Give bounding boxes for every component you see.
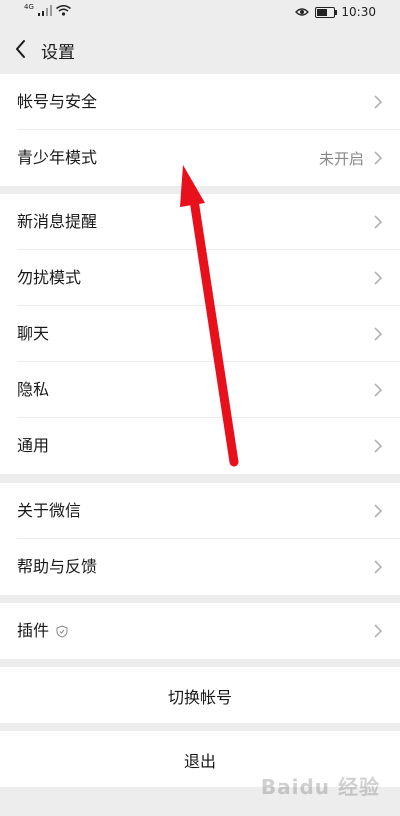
settings-item-privacy[interactable]: 隐私 [0, 362, 400, 418]
switch-account-label: 切换帐号 [167, 688, 232, 707]
chevron-right-icon [374, 95, 383, 109]
chevron-right-icon [374, 439, 383, 453]
settings-group-general: 新消息提醒 勿扰模式 聊天 隐私 通用 [0, 194, 400, 474]
chevron-right-icon [374, 624, 383, 638]
settings-item-general[interactable]: 通用 [0, 418, 400, 474]
eye-icon [295, 8, 310, 16]
settings-item-account-security[interactable]: 帐号与安全 [0, 74, 400, 130]
chevron-right-icon [374, 215, 383, 229]
settings-item-label: 通用 [17, 436, 50, 455]
wifi-icon [55, 5, 71, 16]
settings-item-label: 聊天 [17, 324, 50, 343]
settings-item-label: 青少年模式 [17, 148, 98, 167]
settings-item-chat[interactable]: 聊天 [0, 306, 400, 362]
battery-icon [315, 6, 338, 18]
settings-item-label: 插件 [17, 621, 50, 640]
settings-item-help-feedback[interactable]: 帮助与反馈 [0, 539, 400, 595]
back-chevron-icon[interactable] [12, 37, 30, 61]
page-title: 设置 [41, 43, 75, 63]
status-bar: 4G 10:30 [0, 0, 400, 26]
settings-item-label: 新消息提醒 [17, 212, 98, 231]
settings-item-about-wechat[interactable]: 关于微信 [0, 483, 400, 539]
settings-item-label: 勿扰模式 [17, 268, 82, 287]
settings-item-label: 帮助与反馈 [17, 557, 98, 576]
settings-group-plugins: 插件 [0, 603, 400, 659]
settings-item-label: 隐私 [17, 380, 50, 399]
chevron-right-icon [374, 383, 383, 397]
battery-fill [317, 8, 327, 16]
chevron-right-icon [374, 327, 383, 341]
shield-icon [56, 625, 68, 638]
settings-item-new-message-alerts[interactable]: 新消息提醒 [0, 194, 400, 250]
chevron-right-icon [374, 504, 383, 518]
status-right: 10:30 [295, 5, 376, 19]
settings-group-about: 关于微信 帮助与反馈 [0, 483, 400, 595]
settings-item-label: 关于微信 [17, 501, 82, 520]
switch-account-button[interactable]: 切换帐号 [0, 667, 400, 723]
chevron-right-icon [374, 560, 383, 574]
clock: 10:30 [341, 5, 376, 19]
settings-item-teen-mode[interactable]: 青少年模式 未开启 [0, 130, 400, 186]
settings-group-account: 帐号与安全 青少年模式 未开启 [0, 74, 400, 186]
chevron-right-icon [374, 151, 383, 165]
teen-mode-status: 未开启 [318, 150, 364, 168]
network-tag: 4G [24, 2, 34, 11]
status-left: 4G [24, 2, 71, 16]
nav-bar: 设置 [0, 26, 400, 72]
settings-item-do-not-disturb[interactable]: 勿扰模式 [0, 250, 400, 306]
signal-icon [37, 5, 52, 16]
settings-item-plugins[interactable]: 插件 [0, 603, 400, 659]
chevron-right-icon [374, 271, 383, 285]
logout-label: 退出 [183, 752, 216, 771]
settings-item-label: 帐号与安全 [17, 92, 98, 111]
watermark: Baidu 经验 [260, 775, 380, 799]
